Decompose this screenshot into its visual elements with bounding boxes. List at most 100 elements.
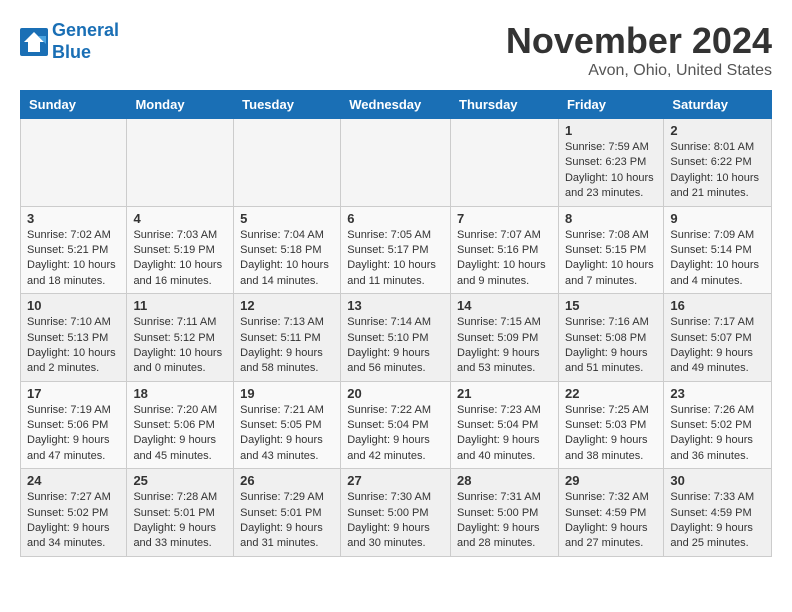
- day-info: Sunrise: 7:10 AM Sunset: 5:13 PM Dayligh…: [27, 315, 120, 377]
- calendar-cell: 6 Sunrise: 7:05 AM Sunset: 5:17 PM Daylig…: [341, 206, 451, 294]
- calendar-week-5: 24 Sunrise: 7:27 AM Sunset: 5:02 PM Dayli…: [21, 469, 772, 557]
- day-info: Sunrise: 7:33 AM Sunset: 4:59 PM Dayligh…: [670, 490, 765, 552]
- day-number: 3: [27, 211, 120, 226]
- day-info: Sunrise: 7:05 AM Sunset: 5:17 PM Dayligh…: [347, 228, 444, 290]
- calendar-week-4: 17 Sunrise: 7:19 AM Sunset: 5:06 PM Dayli…: [21, 381, 772, 469]
- calendar-cell: 19 Sunrise: 7:21 AM Sunset: 5:05 PM Dayli…: [234, 381, 341, 469]
- calendar-cell: 22Sunrise: 7:25 AM Sunset: 5:03 PM Dayli…: [558, 381, 663, 469]
- calendar-cell: 21 Sunrise: 7:23 AM Sunset: 5:04 PM Dayli…: [451, 381, 559, 469]
- day-number: 23: [670, 386, 765, 401]
- day-info: Sunrise: 7:29 AM Sunset: 5:01 PM Dayligh…: [240, 490, 334, 552]
- calendar-cell: [21, 119, 127, 207]
- calendar-week-2: 3 Sunrise: 7:02 AM Sunset: 5:21 PM Daylig…: [21, 206, 772, 294]
- day-number: 29: [565, 473, 657, 488]
- day-number: 2: [670, 123, 765, 138]
- page-header: General Blue November 2024 Avon, Ohio, U…: [20, 20, 772, 80]
- calendar-cell: 24 Sunrise: 7:27 AM Sunset: 5:02 PM Dayli…: [21, 469, 127, 557]
- day-info: Sunrise: 7:13 AM Sunset: 5:11 PM Dayligh…: [240, 315, 334, 377]
- calendar-week-1: 1 Sunrise: 7:59 AM Sunset: 6:23 PM Daylig…: [21, 119, 772, 207]
- day-info: Sunrise: 7:32 AM Sunset: 4:59 PM Dayligh…: [565, 490, 657, 552]
- calendar-cell: 10 Sunrise: 7:10 AM Sunset: 5:13 PM Dayli…: [21, 294, 127, 382]
- logo: General Blue: [20, 20, 119, 63]
- calendar-cell: 16Sunrise: 7:17 AM Sunset: 5:07 PM Dayli…: [664, 294, 772, 382]
- calendar-cell: 13Sunrise: 7:14 AM Sunset: 5:10 PM Dayli…: [341, 294, 451, 382]
- day-number: 6: [347, 211, 444, 226]
- day-header-wednesday: Wednesday: [341, 91, 451, 119]
- calendar-cell: 29 Sunrise: 7:32 AM Sunset: 4:59 PM Dayli…: [558, 469, 663, 557]
- calendar-week-3: 10 Sunrise: 7:10 AM Sunset: 5:13 PM Dayli…: [21, 294, 772, 382]
- day-info: Sunrise: 7:07 AM Sunset: 5:16 PM Dayligh…: [457, 228, 552, 290]
- logo-line2: Blue: [52, 42, 91, 62]
- logo-icon: [20, 28, 48, 56]
- day-info: Sunrise: 7:30 AM Sunset: 5:00 PM Dayligh…: [347, 490, 444, 552]
- calendar-table: SundayMondayTuesdayWednesdayThursdayFrid…: [20, 90, 772, 557]
- calendar-cell: 7 Sunrise: 7:07 AM Sunset: 5:16 PM Daylig…: [451, 206, 559, 294]
- day-info: Sunrise: 7:02 AM Sunset: 5:21 PM Dayligh…: [27, 228, 120, 290]
- day-info: Sunrise: 7:21 AM Sunset: 5:05 PM Dayligh…: [240, 403, 334, 465]
- day-number: 1: [565, 123, 657, 138]
- day-number: 27: [347, 473, 444, 488]
- day-info: Sunrise: 7:20 AM Sunset: 5:06 PM Dayligh…: [133, 403, 227, 465]
- calendar-cell: 26Sunrise: 7:29 AM Sunset: 5:01 PM Dayli…: [234, 469, 341, 557]
- day-info: Sunrise: 7:11 AM Sunset: 5:12 PM Dayligh…: [133, 315, 227, 377]
- calendar-cell: 20 Sunrise: 7:22 AM Sunset: 5:04 PM Dayli…: [341, 381, 451, 469]
- day-number: 10: [27, 298, 120, 313]
- day-number: 14: [457, 298, 552, 313]
- calendar-cell: 5Sunrise: 7:04 AM Sunset: 5:18 PM Daylig…: [234, 206, 341, 294]
- day-header-tuesday: Tuesday: [234, 91, 341, 119]
- calendar-cell: 2 Sunrise: 8:01 AM Sunset: 6:22 PM Daylig…: [664, 119, 772, 207]
- day-info: Sunrise: 7:16 AM Sunset: 5:08 PM Dayligh…: [565, 315, 657, 377]
- calendar-cell: 23 Sunrise: 7:26 AM Sunset: 5:02 PM Dayli…: [664, 381, 772, 469]
- calendar-cell: 12 Sunrise: 7:13 AM Sunset: 5:11 PM Dayli…: [234, 294, 341, 382]
- calendar-cell: 30 Sunrise: 7:33 AM Sunset: 4:59 PM Dayli…: [664, 469, 772, 557]
- calendar-cell: 11 Sunrise: 7:11 AM Sunset: 5:12 PM Dayli…: [127, 294, 234, 382]
- day-number: 8: [565, 211, 657, 226]
- day-info: Sunrise: 7:08 AM Sunset: 5:15 PM Dayligh…: [565, 228, 657, 290]
- day-number: 24: [27, 473, 120, 488]
- day-header-monday: Monday: [127, 91, 234, 119]
- day-header-friday: Friday: [558, 91, 663, 119]
- day-info: Sunrise: 8:01 AM Sunset: 6:22 PM Dayligh…: [670, 140, 765, 202]
- title-block: November 2024 Avon, Ohio, United States: [506, 20, 772, 80]
- day-number: 21: [457, 386, 552, 401]
- calendar-cell: 25Sunrise: 7:28 AM Sunset: 5:01 PM Dayli…: [127, 469, 234, 557]
- day-info: Sunrise: 7:17 AM Sunset: 5:07 PM Dayligh…: [670, 315, 765, 377]
- day-number: 25: [133, 473, 227, 488]
- calendar-header-row: SundayMondayTuesdayWednesdayThursdayFrid…: [21, 91, 772, 119]
- day-info: Sunrise: 7:22 AM Sunset: 5:04 PM Dayligh…: [347, 403, 444, 465]
- calendar-cell: 28Sunrise: 7:31 AM Sunset: 5:00 PM Dayli…: [451, 469, 559, 557]
- calendar-cell: [127, 119, 234, 207]
- calendar-cell: 18Sunrise: 7:20 AM Sunset: 5:06 PM Dayli…: [127, 381, 234, 469]
- day-number: 22: [565, 386, 657, 401]
- day-number: 17: [27, 386, 120, 401]
- month-title: November 2024: [506, 20, 772, 62]
- day-number: 9: [670, 211, 765, 226]
- calendar-cell: 1 Sunrise: 7:59 AM Sunset: 6:23 PM Daylig…: [558, 119, 663, 207]
- day-number: 4: [133, 211, 227, 226]
- day-number: 13: [347, 298, 444, 313]
- calendar-cell: 9 Sunrise: 7:09 AM Sunset: 5:14 PM Daylig…: [664, 206, 772, 294]
- calendar-cell: 27 Sunrise: 7:30 AM Sunset: 5:00 PM Dayli…: [341, 469, 451, 557]
- day-info: Sunrise: 7:26 AM Sunset: 5:02 PM Dayligh…: [670, 403, 765, 465]
- day-header-thursday: Thursday: [451, 91, 559, 119]
- day-info: Sunrise: 7:19 AM Sunset: 5:06 PM Dayligh…: [27, 403, 120, 465]
- day-number: 19: [240, 386, 334, 401]
- day-number: 30: [670, 473, 765, 488]
- calendar-cell: [451, 119, 559, 207]
- logo-line1: General: [52, 20, 119, 40]
- logo-text: General Blue: [52, 20, 119, 63]
- day-info: Sunrise: 7:23 AM Sunset: 5:04 PM Dayligh…: [457, 403, 552, 465]
- day-info: Sunrise: 7:27 AM Sunset: 5:02 PM Dayligh…: [27, 490, 120, 552]
- day-number: 28: [457, 473, 552, 488]
- day-info: Sunrise: 7:59 AM Sunset: 6:23 PM Dayligh…: [565, 140, 657, 202]
- day-info: Sunrise: 7:09 AM Sunset: 5:14 PM Dayligh…: [670, 228, 765, 290]
- calendar-cell: 15 Sunrise: 7:16 AM Sunset: 5:08 PM Dayli…: [558, 294, 663, 382]
- day-number: 11: [133, 298, 227, 313]
- day-number: 12: [240, 298, 334, 313]
- calendar-cell: 3 Sunrise: 7:02 AM Sunset: 5:21 PM Daylig…: [21, 206, 127, 294]
- day-number: 20: [347, 386, 444, 401]
- calendar-cell: 4Sunrise: 7:03 AM Sunset: 5:19 PM Daylig…: [127, 206, 234, 294]
- day-number: 7: [457, 211, 552, 226]
- day-number: 15: [565, 298, 657, 313]
- calendar-cell: 17 Sunrise: 7:19 AM Sunset: 5:06 PM Dayli…: [21, 381, 127, 469]
